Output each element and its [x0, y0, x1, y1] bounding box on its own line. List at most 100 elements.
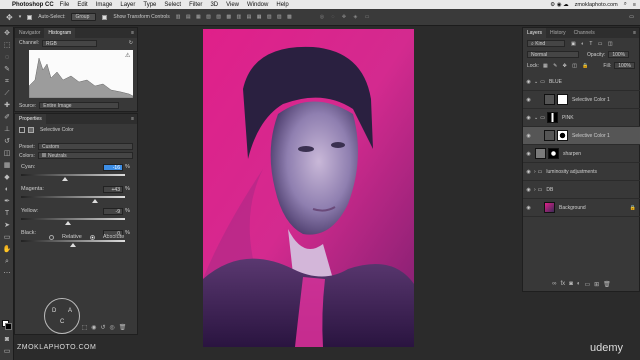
3d-mode-icons[interactable]: ◎ ◌ ✥ ◈ ▭: [320, 14, 373, 20]
panel-menu-icon[interactable]: ≡: [131, 30, 134, 36]
workspace-icon[interactable]: ▭: [629, 14, 634, 20]
menu-edit[interactable]: Edit: [77, 2, 87, 8]
menu-type[interactable]: Type: [143, 2, 156, 8]
menu-window[interactable]: Window: [247, 2, 268, 8]
eye-icon[interactable]: ◉: [525, 133, 532, 139]
more-tools-icon[interactable]: ⋯: [1, 269, 13, 279]
filter-kind-dropdown[interactable]: ⌕ Kind: [527, 40, 565, 47]
healing-tool-icon[interactable]: ✚: [1, 101, 13, 111]
mask-icon[interactable]: [28, 127, 34, 133]
relative-radio[interactable]: [49, 234, 54, 240]
channel-dropdown[interactable]: RGB: [42, 39, 98, 47]
opacity-field[interactable]: 100%: [608, 51, 630, 58]
lasso-tool-icon[interactable]: ◌: [1, 53, 13, 63]
new-group-icon[interactable]: ▭: [584, 281, 590, 288]
tab-navigator[interactable]: Navigator: [15, 28, 44, 38]
slider-thumb[interactable]: [70, 243, 76, 247]
chevron-down-icon[interactable]: ⌄: [534, 115, 538, 121]
move-tool-icon[interactable]: ✥: [6, 13, 13, 22]
eye-icon[interactable]: ◉: [525, 169, 532, 175]
hand-tool-icon[interactable]: ✋: [1, 245, 13, 255]
layer-mask-thumb[interactable]: [557, 94, 568, 105]
eye-icon[interactable]: ◉: [525, 151, 532, 157]
layer-row-blue[interactable]: ◉ ⌄ ▭ BLUE: [523, 73, 640, 91]
dodge-tool-icon[interactable]: ◐: [1, 185, 13, 195]
cyan-value-field[interactable]: -16: [103, 164, 123, 171]
layer-row-db[interactable]: ◉ › ▭ DB: [523, 181, 640, 199]
background-color-swatch[interactable]: [5, 323, 12, 330]
layer-row-selective-color-selected[interactable]: ◉ Selective Color 1: [523, 127, 640, 145]
eye-icon[interactable]: ◉: [525, 97, 532, 103]
eye-icon[interactable]: ◉: [525, 187, 532, 193]
absolute-radio[interactable]: [89, 234, 95, 240]
quick-select-tool-icon[interactable]: ✎: [1, 65, 13, 75]
document-canvas[interactable]: [203, 29, 414, 347]
layer-row-background[interactable]: ◉ Background 🔒: [523, 199, 640, 217]
fill-field[interactable]: 100%: [614, 62, 635, 69]
search-icon[interactable]: ⌕: [624, 1, 627, 8]
history-brush-tool-icon[interactable]: ↺: [1, 137, 13, 147]
layer-row-selective-color[interactable]: ◉ Selective Color 1: [523, 91, 640, 109]
refresh-icon[interactable]: ↻: [129, 40, 133, 46]
delete-layer-icon[interactable]: 🗑: [603, 281, 611, 288]
menu-layer[interactable]: Layer: [120, 2, 135, 8]
panel-menu-icon[interactable]: ≡: [131, 116, 134, 122]
slider-track[interactable]: [21, 240, 125, 242]
shape-tool-icon[interactable]: ▭: [1, 233, 13, 243]
layer-mask-thumb[interactable]: [557, 130, 568, 141]
layer-mask-thumb[interactable]: [548, 148, 559, 159]
auto-select-dropdown[interactable]: Group: [71, 13, 97, 21]
view-previous-icon[interactable]: ◉: [91, 324, 96, 331]
panel-menu-icon[interactable]: ≡: [633, 30, 636, 36]
type-tool-icon[interactable]: T: [1, 209, 13, 219]
layer-row-sharpen[interactable]: ◉ sharpen: [523, 145, 640, 163]
filter-icons[interactable]: ▣ ◐ T ▭ ◫: [571, 41, 615, 47]
menu-filter[interactable]: Filter: [189, 2, 202, 8]
gradient-tool-icon[interactable]: ▦: [1, 161, 13, 171]
quick-mask-icon[interactable]: ◙: [1, 335, 13, 345]
chevron-right-icon[interactable]: ›: [534, 169, 536, 175]
colors-dropdown[interactable]: Neutrals: [38, 152, 133, 159]
chevron-right-icon[interactable]: ›: [534, 187, 536, 193]
eye-icon[interactable]: ◉: [525, 79, 532, 85]
delete-icon[interactable]: 🗑: [119, 324, 127, 331]
chevron-down-icon[interactable]: ⌄: [534, 79, 538, 85]
eye-icon[interactable]: ◉: [525, 205, 532, 211]
slider-thumb[interactable]: [91, 199, 98, 203]
clip-to-layer-icon[interactable]: ⬚: [82, 324, 88, 331]
fx-icon[interactable]: fx: [561, 281, 566, 287]
menu-view[interactable]: View: [226, 2, 239, 8]
adjustment-layer-icon[interactable]: ◐: [577, 281, 581, 287]
eraser-tool-icon[interactable]: ◫: [1, 149, 13, 159]
tab-properties[interactable]: Properties: [15, 114, 46, 124]
tab-layers[interactable]: Layers: [523, 28, 547, 38]
auto-select-checkbox[interactable]: [27, 14, 33, 20]
align-icons[interactable]: ▥ ▤ ▦ ▧ ▨ ▩ ▥ ▤ ▦ ▧ ▨ ▩: [176, 14, 294, 20]
pen-tool-icon[interactable]: ✒: [1, 197, 13, 207]
magenta-value-field[interactable]: +43: [103, 186, 123, 193]
layer-row-luminosity[interactable]: ◉ › ▭ luminosity adjustments: [523, 163, 640, 181]
clone-stamp-tool-icon[interactable]: ⊥: [1, 125, 13, 135]
marquee-tool-icon[interactable]: ⬚: [1, 41, 13, 51]
reset-icon[interactable]: ↺: [101, 324, 106, 331]
yellow-value-field[interactable]: -9: [103, 208, 123, 215]
screen-mode-icon[interactable]: ▭: [1, 347, 13, 357]
source-dropdown[interactable]: Entire Image: [39, 102, 120, 109]
tab-history[interactable]: History: [546, 28, 570, 38]
eye-icon[interactable]: ◉: [525, 115, 532, 121]
menu-image[interactable]: Image: [96, 2, 113, 8]
visibility-icon[interactable]: ◎: [110, 324, 115, 331]
zoom-tool-icon[interactable]: ⌕: [1, 257, 13, 267]
tool-preset-picker[interactable]: ▾: [19, 14, 22, 20]
preset-dropdown[interactable]: Custom: [38, 143, 133, 150]
menu-help[interactable]: Help: [276, 2, 288, 8]
lock-icons[interactable]: ▦ ✎ ✥ ◫ 🔒: [543, 63, 591, 69]
slider-track[interactable]: [21, 218, 125, 220]
layer-row-pink[interactable]: ◉ ⌄ ▭ PINK: [523, 109, 640, 127]
path-select-tool-icon[interactable]: ➤: [1, 221, 13, 231]
menu-select[interactable]: Select: [164, 2, 181, 8]
group-mask-thumb[interactable]: [546, 112, 558, 123]
transform-controls-checkbox[interactable]: [102, 14, 108, 20]
menu-3d[interactable]: 3D: [210, 2, 218, 8]
slider-thumb[interactable]: [61, 177, 68, 181]
